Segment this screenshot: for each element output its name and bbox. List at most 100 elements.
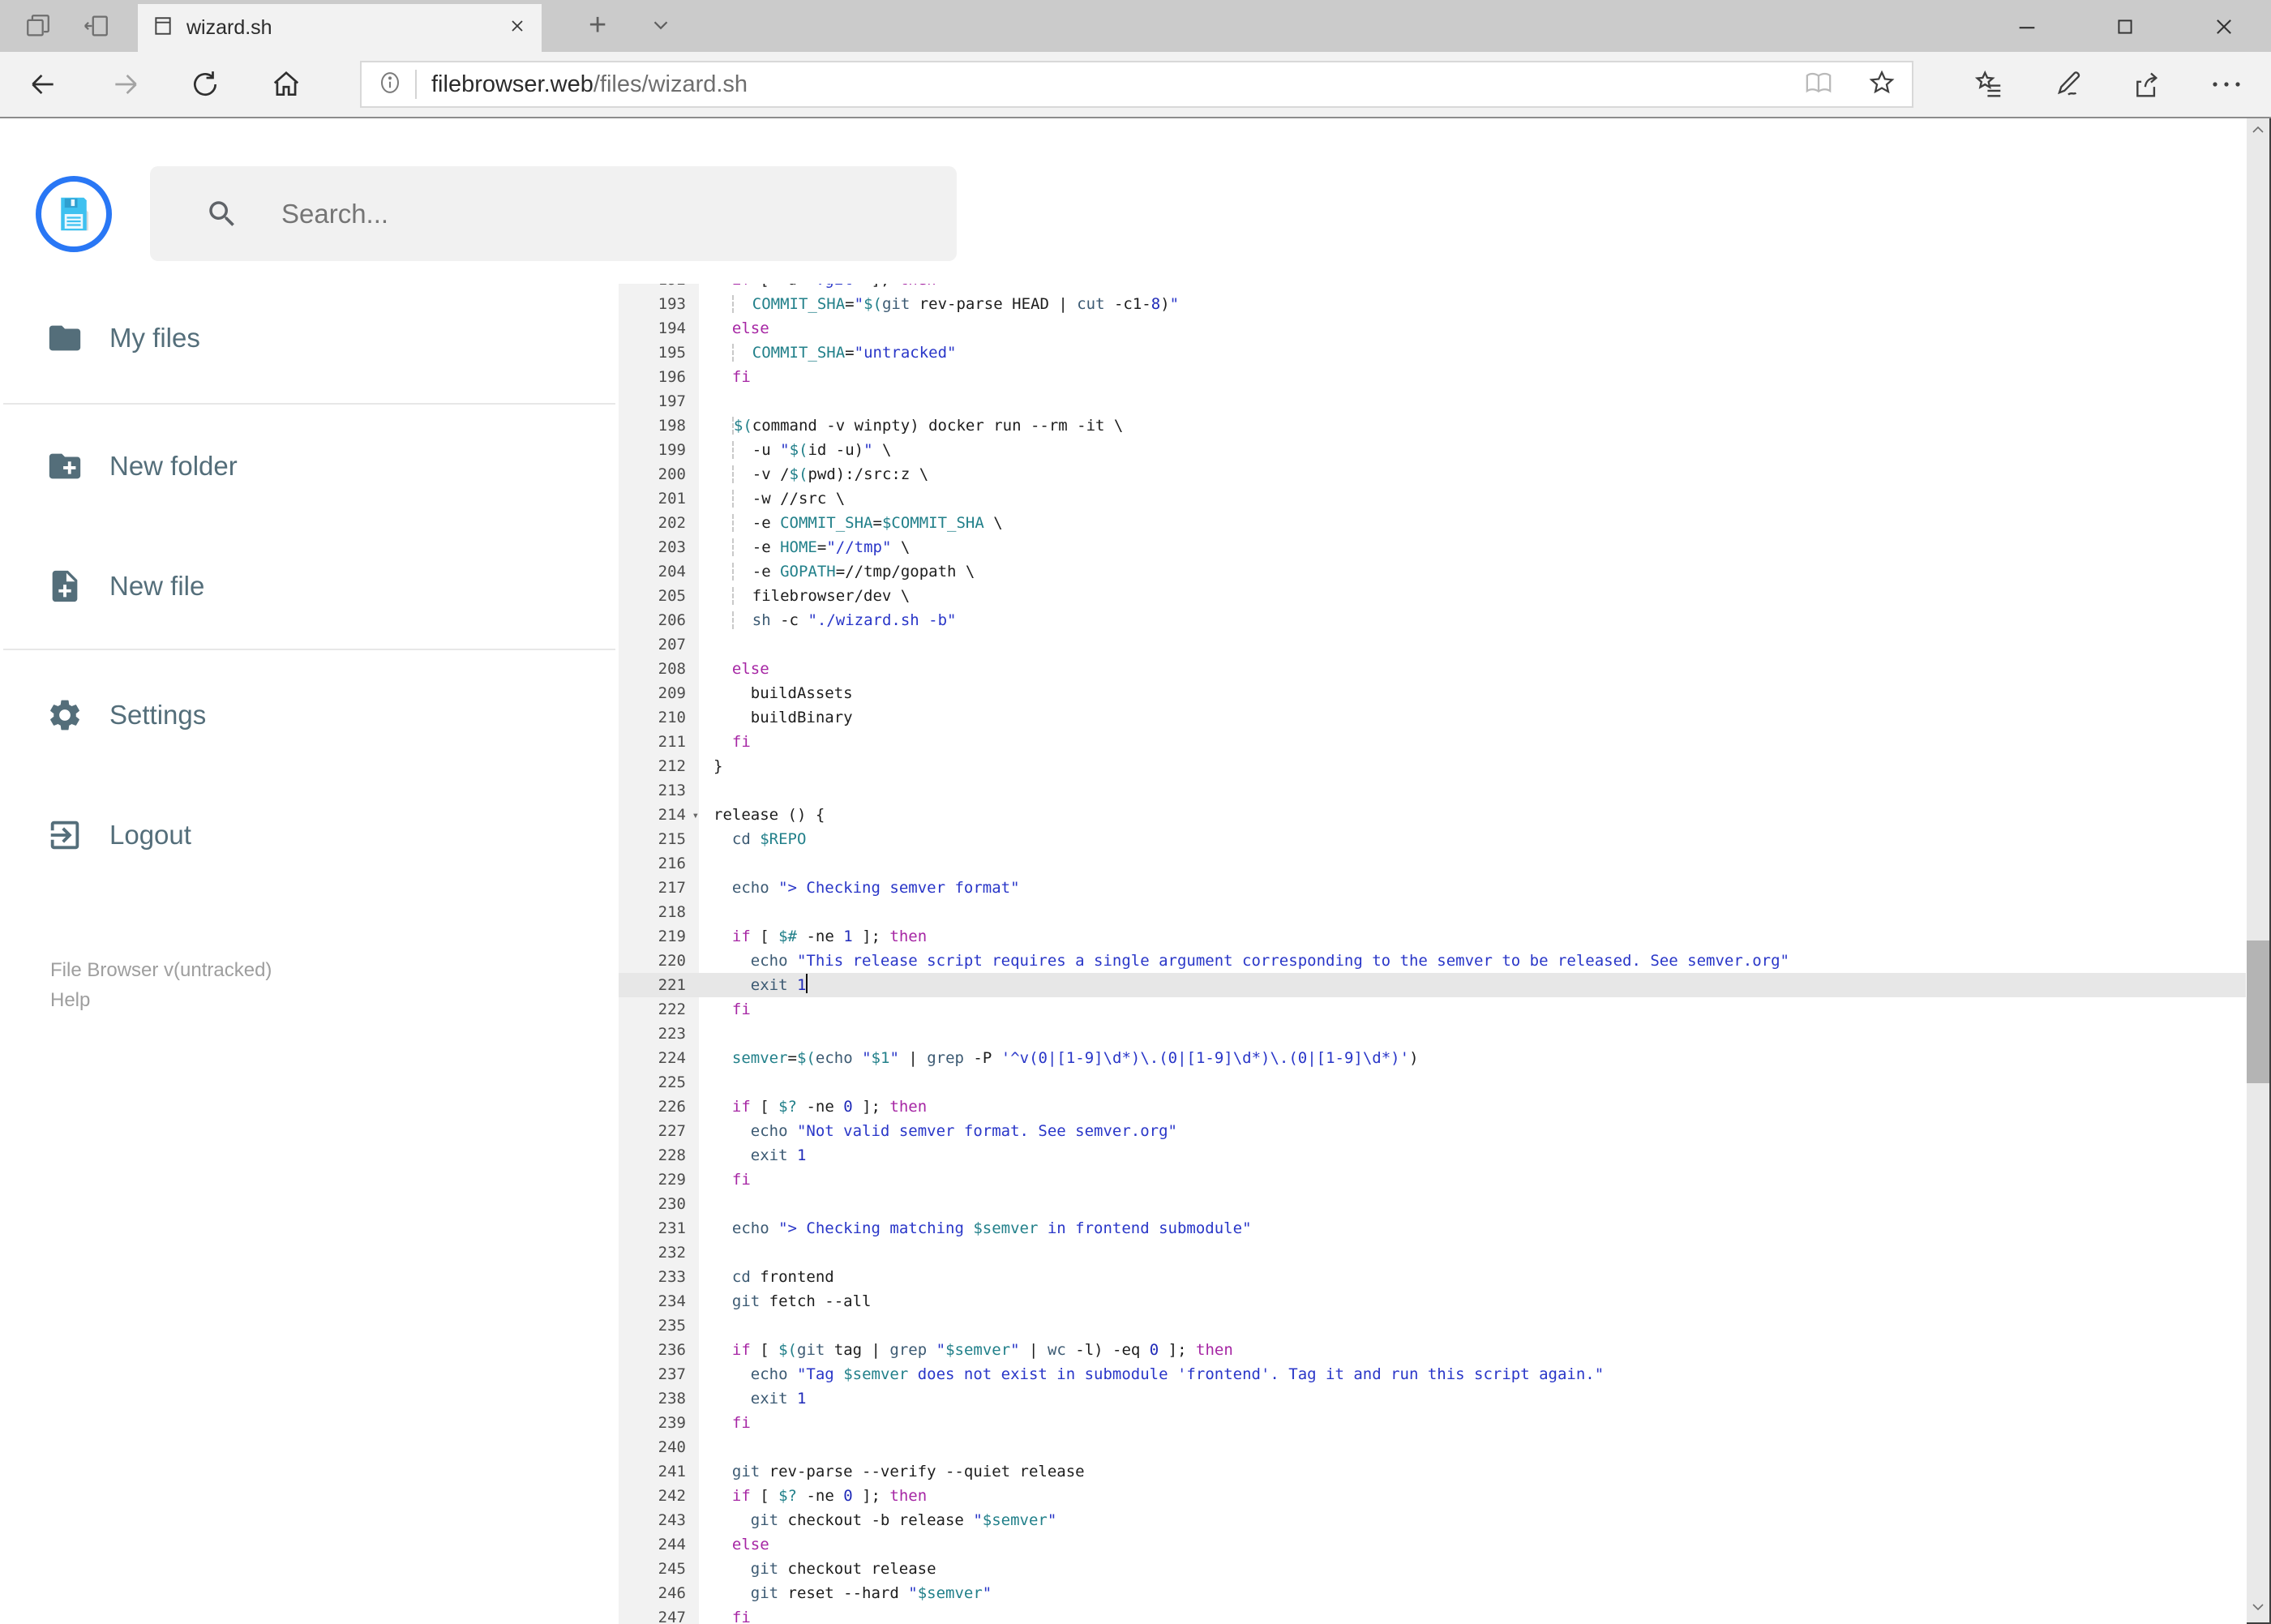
tabs-aside-icon[interactable] — [83, 12, 110, 44]
code-line[interactable]: 203 -e HOME="//tmp" \ — [619, 535, 2246, 559]
sidebar-item-new-file[interactable]: New file — [0, 554, 619, 619]
line-number: 245 — [658, 1560, 686, 1578]
code-line[interactable]: 211 fi — [619, 730, 2246, 754]
hub-icon[interactable] — [1973, 69, 2004, 104]
code-line[interactable]: 241 git rev-parse --verify --quiet relea… — [619, 1459, 2246, 1484]
help-link[interactable]: Help — [50, 985, 272, 1015]
code-line[interactable]: 217 echo "> Checking semver format" — [619, 876, 2246, 900]
page-scrollbar[interactable] — [2247, 118, 2269, 1622]
code-line[interactable]: 236 if [ $(git tag | grep "$semver" | wc… — [619, 1338, 2246, 1362]
refresh-icon[interactable] — [190, 69, 221, 104]
sidebar-item-settings[interactable]: Settings — [0, 683, 619, 748]
code-line[interactable]: 235 — [619, 1313, 2246, 1338]
code-line[interactable]: 245 git checkout release — [619, 1557, 2246, 1581]
code-line[interactable]: 192 if [ -d ".git" ]; then — [619, 284, 2246, 292]
code-line[interactable]: 244 else — [619, 1532, 2246, 1557]
scroll-up-icon[interactable] — [2252, 123, 2265, 140]
annotate-pen-icon[interactable] — [2053, 69, 2084, 104]
code-line[interactable]: 233 cd frontend — [619, 1265, 2246, 1289]
back-icon[interactable] — [28, 69, 58, 104]
code-line[interactable]: 219 if [ $# -ne 1 ]; then — [619, 924, 2246, 949]
code-line[interactable]: 196 fi — [619, 365, 2246, 389]
code-line[interactable]: 230 — [619, 1192, 2246, 1216]
code-editor[interactable]: 192 if [ -d ".git" ]; then193 COMMIT_SHA… — [619, 284, 2246, 1624]
code-line[interactable]: 223 — [619, 1022, 2246, 1046]
tab-close-icon[interactable] — [508, 16, 527, 40]
code-line[interactable]: 231 echo "> Checking matching $semver in… — [619, 1216, 2246, 1240]
code-line[interactable]: 242 if [ $? -ne 0 ]; then — [619, 1484, 2246, 1508]
address-bar[interactable]: filebrowser.web/files/wizard.sh — [360, 61, 1913, 108]
tab-title: wizard.sh — [186, 16, 272, 39]
more-icon[interactable] — [2210, 76, 2243, 96]
line-number: 240 — [658, 1438, 686, 1456]
scroll-down-icon[interactable] — [2252, 1600, 2265, 1618]
code-line[interactable]: 228 exit 1 — [619, 1143, 2246, 1168]
home-icon[interactable] — [271, 69, 302, 104]
line-number: 247 — [658, 1609, 686, 1624]
code-line[interactable]: 210 buildBinary — [619, 705, 2246, 730]
code-line[interactable]: 207 — [619, 632, 2246, 657]
code-line[interactable]: 240 — [619, 1435, 2246, 1459]
code-line[interactable]: 243 git checkout -b release "$semver" — [619, 1508, 2246, 1532]
code-line[interactable]: 197 — [619, 389, 2246, 413]
code-line[interactable]: 205 filebrowser/dev \ — [619, 584, 2246, 608]
fold-arrow-icon[interactable]: ▾ — [692, 803, 699, 828]
code-line[interactable]: 227 echo "Not valid semver format. See s… — [619, 1119, 2246, 1143]
code-line[interactable]: 212} — [619, 754, 2246, 778]
code-line[interactable]: 199 -u "$(id -u)" \ — [619, 438, 2246, 462]
minimize-icon[interactable] — [1995, 11, 2059, 42]
code-line[interactable]: 195 COMMIT_SHA="untracked" — [619, 341, 2246, 365]
tab-dropdown-icon[interactable] — [649, 13, 673, 41]
maximize-icon[interactable] — [2093, 11, 2157, 42]
reading-view-icon[interactable] — [1805, 69, 1832, 101]
code-line[interactable]: 215 cd $REPO — [619, 827, 2246, 851]
code-line[interactable]: 222 fi — [619, 997, 2246, 1022]
code-line[interactable]: 208 else — [619, 657, 2246, 681]
code-line[interactable]: 225 — [619, 1070, 2246, 1095]
new-tab-button[interactable]: + — [589, 8, 606, 43]
code-line[interactable]: 201 -w //src \ — [619, 486, 2246, 511]
code-line[interactable]: 221 exit 1 — [619, 973, 2246, 997]
code-line[interactable]: 206 sh -c "./wizard.sh -b" — [619, 608, 2246, 632]
code-line[interactable]: 237 echo "Tag $semver does not exist in … — [619, 1362, 2246, 1386]
code-line[interactable]: 214 ▾ release () { — [619, 803, 2246, 827]
code-line[interactable]: 220 echo "This release script requires a… — [619, 949, 2246, 973]
code-line[interactable]: 239 fi — [619, 1411, 2246, 1435]
code-line[interactable]: 198 $(command -v winpty) docker run --rm… — [619, 413, 2246, 438]
code-line[interactable]: 213 — [619, 778, 2246, 803]
share-icon[interactable] — [2132, 69, 2163, 104]
code-line[interactable]: 229 fi — [619, 1168, 2246, 1192]
info-icon[interactable] — [378, 71, 402, 99]
code-line[interactable]: 194 else — [619, 316, 2246, 341]
code-line[interactable]: 234 git fetch --all — [619, 1289, 2246, 1313]
forward-icon[interactable] — [110, 69, 141, 104]
code-line[interactable]: 204 -e GOPATH=//tmp/gopath \ — [619, 559, 2246, 584]
favorite-star-icon[interactable] — [1868, 69, 1896, 101]
search-input[interactable] — [280, 197, 915, 230]
tab-preview-icon[interactable] — [24, 12, 52, 44]
code-line[interactable]: 200 -v /$(pwd):/src:z \ — [619, 462, 2246, 486]
line-number: 220 — [658, 952, 686, 970]
sidebar-item-new-folder[interactable]: New folder — [0, 434, 619, 499]
code-line[interactable]: 218 — [619, 900, 2246, 924]
code-line[interactable]: 216 — [619, 851, 2246, 876]
close-icon[interactable] — [2192, 11, 2256, 42]
sidebar-item-logout[interactable]: Logout — [0, 803, 619, 868]
code-line[interactable]: 238 exit 1 — [619, 1386, 2246, 1411]
search-bar[interactable] — [150, 166, 957, 261]
code-line[interactable]: 226 if [ $? -ne 0 ]; then — [619, 1095, 2246, 1119]
browser-tab[interactable]: wizard.sh — [138, 4, 542, 52]
sidebar-item-my-files[interactable]: My files — [0, 306, 619, 371]
code-line[interactable]: 193 COMMIT_SHA="$(git rev-parse HEAD | c… — [619, 292, 2246, 316]
code-text: fi — [731, 368, 751, 386]
code-line[interactable]: 232 — [619, 1240, 2246, 1265]
code-line[interactable]: 224 semver=$(echo "$1" | grep -P '^v(0|[… — [619, 1046, 2246, 1070]
code-line[interactable]: 247 fi — [619, 1605, 2246, 1624]
code-line[interactable]: 209 buildAssets — [619, 681, 2246, 705]
scrollbar-thumb[interactable] — [2247, 941, 2269, 1083]
code-line[interactable]: 246 git reset --hard "$semver" — [619, 1581, 2246, 1605]
filebrowser-logo[interactable] — [36, 176, 112, 252]
code-line[interactable]: 202 -e COMMIT_SHA=$COMMIT_SHA \ — [619, 511, 2246, 535]
url-text[interactable]: filebrowser.web/files/wizard.sh — [431, 71, 748, 98]
